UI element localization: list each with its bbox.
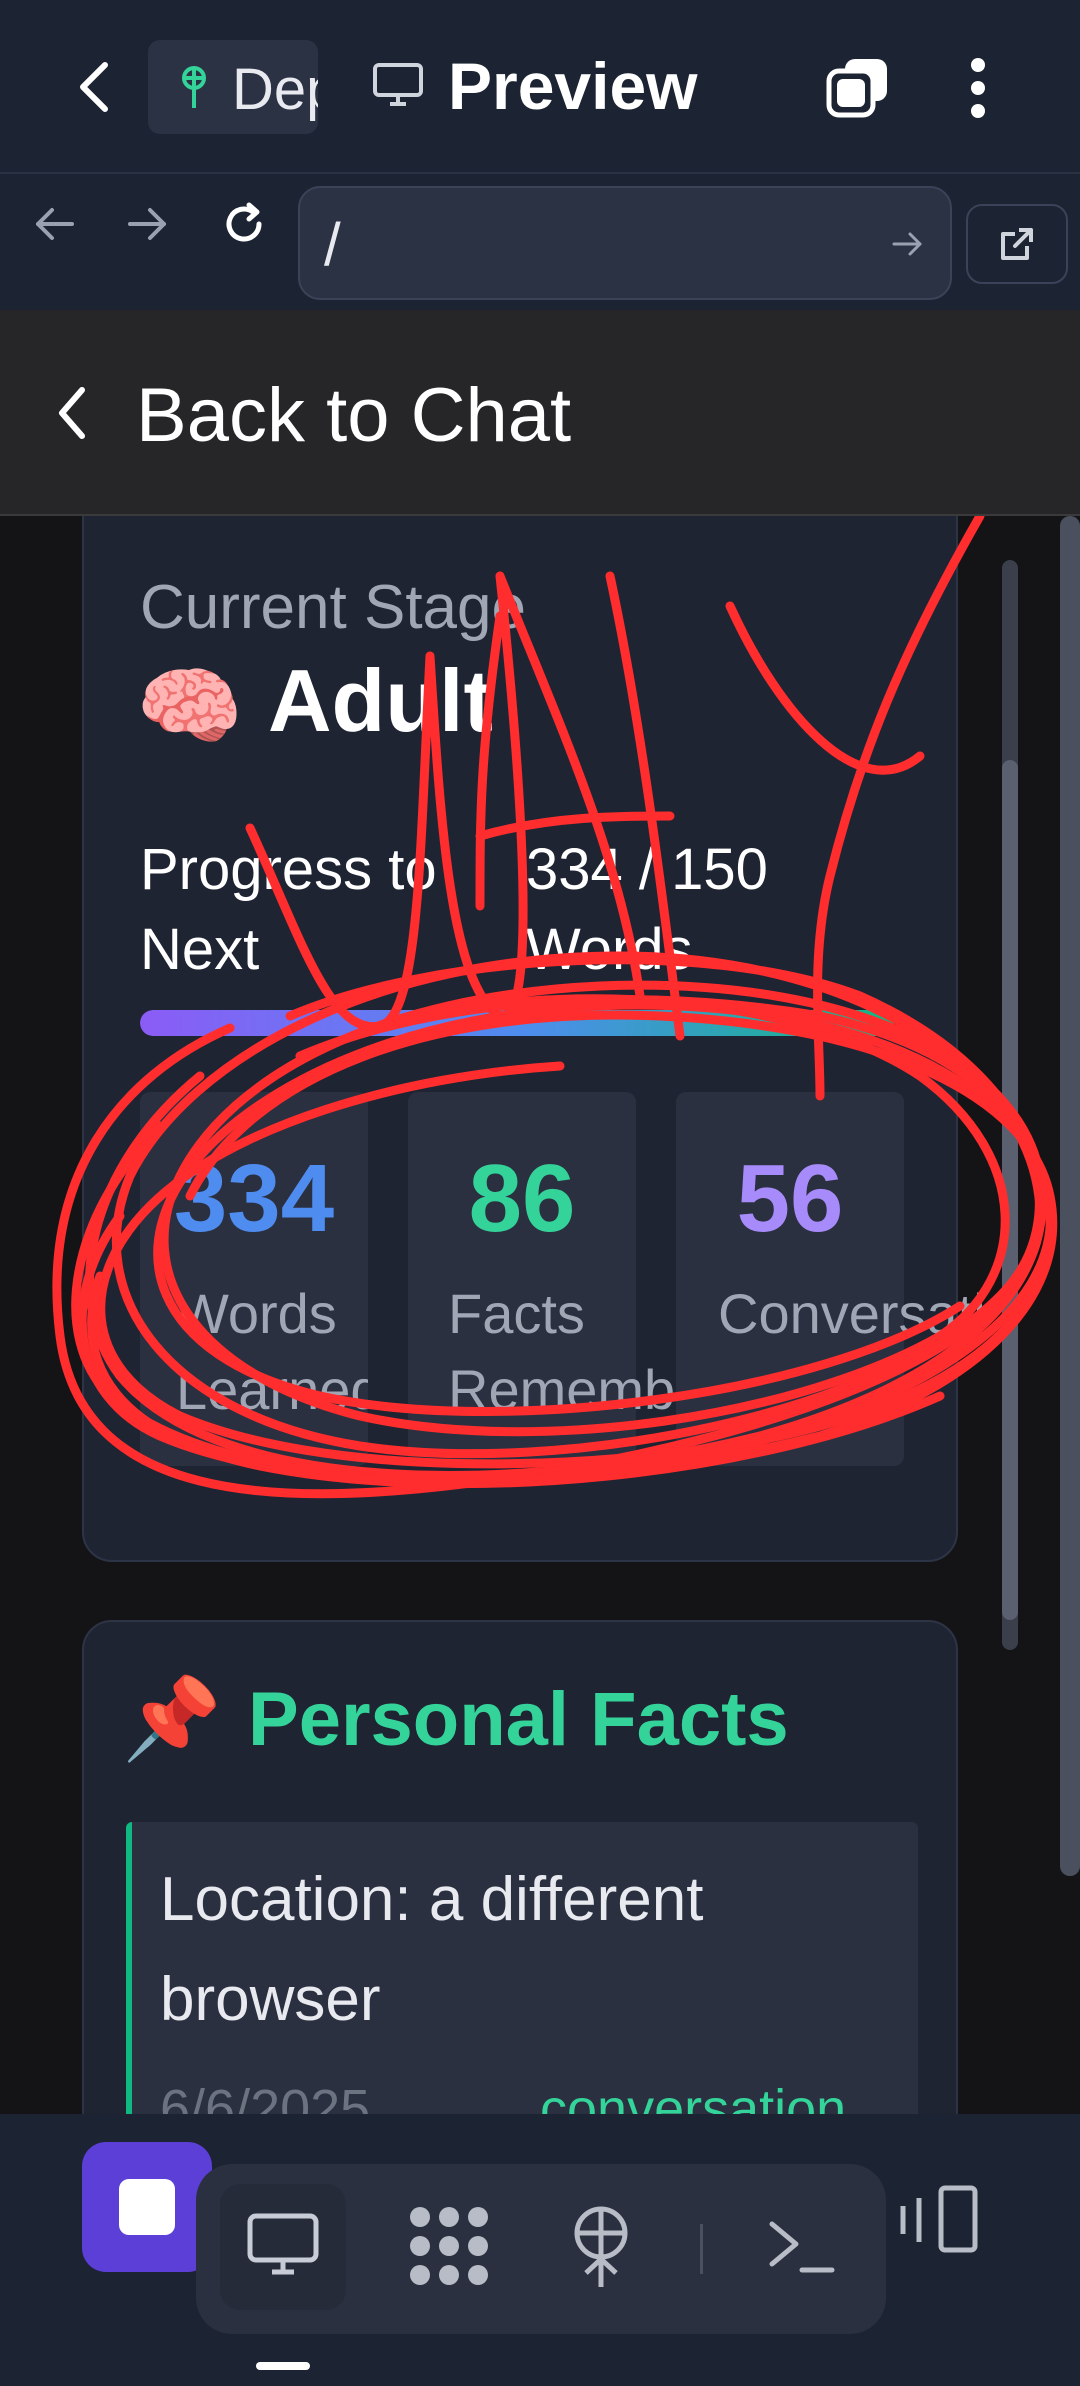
page-scrollbar-thumb[interactable] [1060,516,1080,1876]
progress-fill [140,1010,894,1036]
more-vertical-icon[interactable] [950,50,1006,126]
monitor-icon [246,2212,320,2283]
toolbar-divider [700,2224,703,2274]
dots-grid-icon[interactable] [394,2186,504,2306]
pin-emoji: 📌 [122,1674,222,1763]
stat-label: Conversati [718,1282,986,1345]
back-to-chat-label: Back to Chat [136,373,572,458]
go-arrow-icon[interactable] [890,228,924,265]
inner-scrollbar-thumb[interactable] [1002,760,1018,1620]
fact-text: Location: a different browser [160,1865,704,2034]
progress-label: Progress to Next [140,837,437,982]
personal-facts-card: 📌 Personal Facts Location: a different br… [82,1620,958,2114]
monitor-icon [372,62,424,113]
stat-label: Words Learned [176,1282,368,1421]
fact-source: conversation [540,2079,847,2114]
reload-icon[interactable] [216,196,272,252]
stage-name: Adult [268,651,493,750]
current-stage-label: Current Stage [140,573,526,642]
stop-button[interactable] [82,2142,212,2272]
back-to-chat-bar[interactable]: Back to Chat [0,310,1080,516]
stat-facts-remembered: 86 Facts Remembered [408,1092,787,1466]
arrow-left-icon[interactable] [28,198,80,250]
external-link-icon[interactable] [966,204,1068,284]
page-scrollbar[interactable] [1060,516,1080,1876]
stat-value: 334 [173,1145,335,1252]
terminal-icon[interactable] [746,2186,856,2306]
stage-emoji: 🧠 [136,659,244,755]
home-indicator [256,2362,310,2370]
inner-scrollbar-track[interactable] [1002,560,1018,1650]
back-chevron-icon [56,386,88,445]
progress-bar [140,1010,894,1036]
address-bar: / [0,172,1080,310]
stat-value: 56 [736,1145,844,1252]
personal-facts-title: Personal Facts [248,1677,789,1762]
url-input[interactable]: / [298,186,952,300]
antenna-icon[interactable] [546,2186,656,2306]
back-chevron-icon[interactable] [62,50,128,124]
stat-value: 86 [468,1145,576,1252]
fact-item: Location: a different browser 6/6/2025 co… [126,1822,918,2114]
tabs-icon[interactable] [820,50,896,126]
stat-words-learned: 334 Words Learned [140,1092,368,1466]
bottom-toolbar [0,2114,1080,2386]
tree-icon [176,64,212,115]
top-bar: Dep Preview [0,0,1080,172]
stage-card: Current Stage 🧠 Adult Progress to Next 33… [82,516,986,1562]
url-text: / [324,211,341,278]
tab-label: Dep [232,57,318,122]
stat-conversations: 56 Conversati [676,1092,986,1466]
device-icon[interactable] [884,2154,994,2284]
content-area: Current Stage 🧠 Adult Progress to Next 33… [0,516,1080,2114]
stop-icon [119,2179,175,2235]
tab-deployment[interactable]: Dep [148,40,318,134]
preview-title: Preview [448,49,698,123]
tool-group [196,2164,886,2334]
fact-date: 6/6/2025 [160,2079,371,2114]
arrow-right-icon[interactable] [122,198,174,250]
progress-value: 334 / 150 Words [526,837,768,982]
monitor-tool-button[interactable] [220,2184,346,2310]
